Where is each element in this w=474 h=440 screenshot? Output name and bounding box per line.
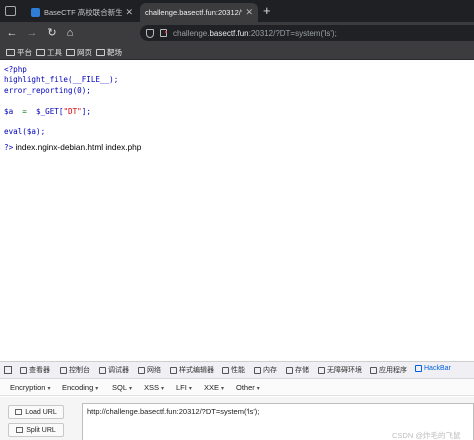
sidebar-toggle-icon[interactable] [5,6,16,16]
bookmark-folder[interactable]: 平台 [6,47,32,58]
watermark-text: CSDN @炸毛的飞鼠 [392,431,461,440]
tab-title: challenge.basectf.fun:20312/?DT [145,8,242,17]
performance-icon [222,366,229,374]
navigation-bar: ← → ↻ ⌂ challenge.basectf.fun:20312/?DT=… [0,22,474,44]
debugger-icon [99,366,106,374]
code-line: error_reporting(0); [4,85,91,95]
hackbar-menu: Encryption ▾ Encoding ▾ SQL ▾ XSS ▾ LFI ▾ XXE… [0,379,474,396]
devtools-tab-bar: 查看器 控制台 调试器 网络 样式编辑器 性能 内存 存储 无障碍环境 应用程序… [0,362,474,379]
console-icon [60,366,67,374]
code-line: highlight_file(__FILE__); [4,75,119,85]
tab-inspector[interactable]: 查看器 [20,365,50,375]
devtools-panel: 查看器 控制台 调试器 网络 样式编辑器 性能 内存 存储 无障碍环境 应用程序… [0,361,474,440]
chevron-down-icon: ▾ [161,386,165,392]
tab-hackbar[interactable]: HackBar [415,365,451,372]
tab-style-editor[interactable]: 样式编辑器 [170,365,214,375]
chevron-down-icon: ▾ [47,386,51,392]
accessibility-icon [318,366,325,374]
load-url-button[interactable]: Load URL [8,405,64,419]
tab-accessibility[interactable]: 无障碍环境 [318,365,362,375]
application-icon [370,366,377,374]
home-icon[interactable]: ⌂ [63,26,77,40]
tab-debugger[interactable]: 调试器 [99,365,129,375]
bookmark-folder[interactable]: 工具 [36,47,62,58]
chevron-down-icon: ▾ [95,386,99,392]
chevron-down-icon: ▾ [129,386,133,392]
tab-title: BaseCTF 高校联合新生赛 - Ba [44,8,123,17]
memory-icon [254,366,261,374]
back-arrow-icon[interactable]: ← [5,26,19,40]
close-icon[interactable]: ✕ [125,7,133,18]
code-line: eval($a); [4,127,46,137]
menu-other[interactable]: Other ▾ [236,383,260,392]
split-url-button[interactable]: Split URL [8,423,64,437]
ls-output-text: index.nginx-debian.html index.php [13,142,142,152]
php-close-tag: ?> [4,143,14,152]
folder-icon [36,49,45,56]
tab-basectf[interactable]: BaseCTF 高校联合新生赛 - Ba ✕ [26,3,138,22]
menu-encoding[interactable]: Encoding ▾ [62,383,98,392]
new-tab-icon[interactable]: + [263,4,271,18]
folder-icon [6,49,15,56]
code-line: $a = $_GET["DT"]; [4,106,91,116]
element-picker-icon[interactable] [4,366,12,374]
menu-xxe[interactable]: XXE ▾ [204,383,224,392]
tab-challenge[interactable]: challenge.basectf.fun:20312/?DT ✕ [140,3,258,22]
address-text[interactable]: challenge.basectf.fun:20312/?DT=system('… [173,29,337,38]
tab-bar: BaseCTF 高校联合新生赛 - Ba ✕ challenge.basectf… [0,0,474,22]
style-editor-icon [170,366,177,374]
split-icon [16,427,24,433]
reload-icon[interactable]: ↻ [45,26,59,40]
bookmarks-bar: 平台 工具 网页 靶场 [0,44,474,60]
network-icon [138,366,145,374]
tab-memory[interactable]: 内存 [254,365,277,375]
php-open-tag: <?php [4,65,27,74]
tab-console[interactable]: 控制台 [60,365,90,375]
tab-performance[interactable]: 性能 [222,365,245,375]
bookmark-folder[interactable]: 靶场 [96,47,122,58]
bookmark-folder[interactable]: 网页 [66,47,92,58]
address-bar[interactable]: challenge.basectf.fun:20312/?DT=system('… [140,25,474,41]
shield-icon[interactable] [146,28,154,38]
folder-icon [66,49,75,56]
chevron-down-icon: ▾ [256,386,260,392]
site-favicon-icon [31,8,40,17]
chevron-down-icon: ▾ [188,386,192,392]
load-icon [15,409,23,415]
storage-icon [286,366,293,374]
inspector-icon [20,366,27,374]
page-content: <?php highlight_file(__FILE__); error_re… [0,61,474,361]
tab-network[interactable]: 网络 [138,365,161,375]
php-source-code: <?php highlight_file(__FILE__); error_re… [4,65,118,138]
menu-lfi[interactable]: LFI ▾ [176,383,192,392]
menu-sql[interactable]: SQL ▾ [112,383,132,392]
menu-encryption[interactable]: Encryption ▾ [10,383,50,392]
menu-xss[interactable]: XSS ▾ [144,383,164,392]
folder-icon [96,49,105,56]
tab-application[interactable]: 应用程序 [370,365,407,375]
command-output: ?> index.nginx-debian.html index.php [4,142,141,152]
lock-warning-icon[interactable] [160,29,167,37]
chevron-down-icon: ▾ [221,386,225,392]
tab-storage[interactable]: 存储 [286,365,309,375]
hackbar-icon [415,365,422,372]
close-icon[interactable]: ✕ [245,7,253,18]
forward-arrow-icon[interactable]: → [25,26,39,40]
